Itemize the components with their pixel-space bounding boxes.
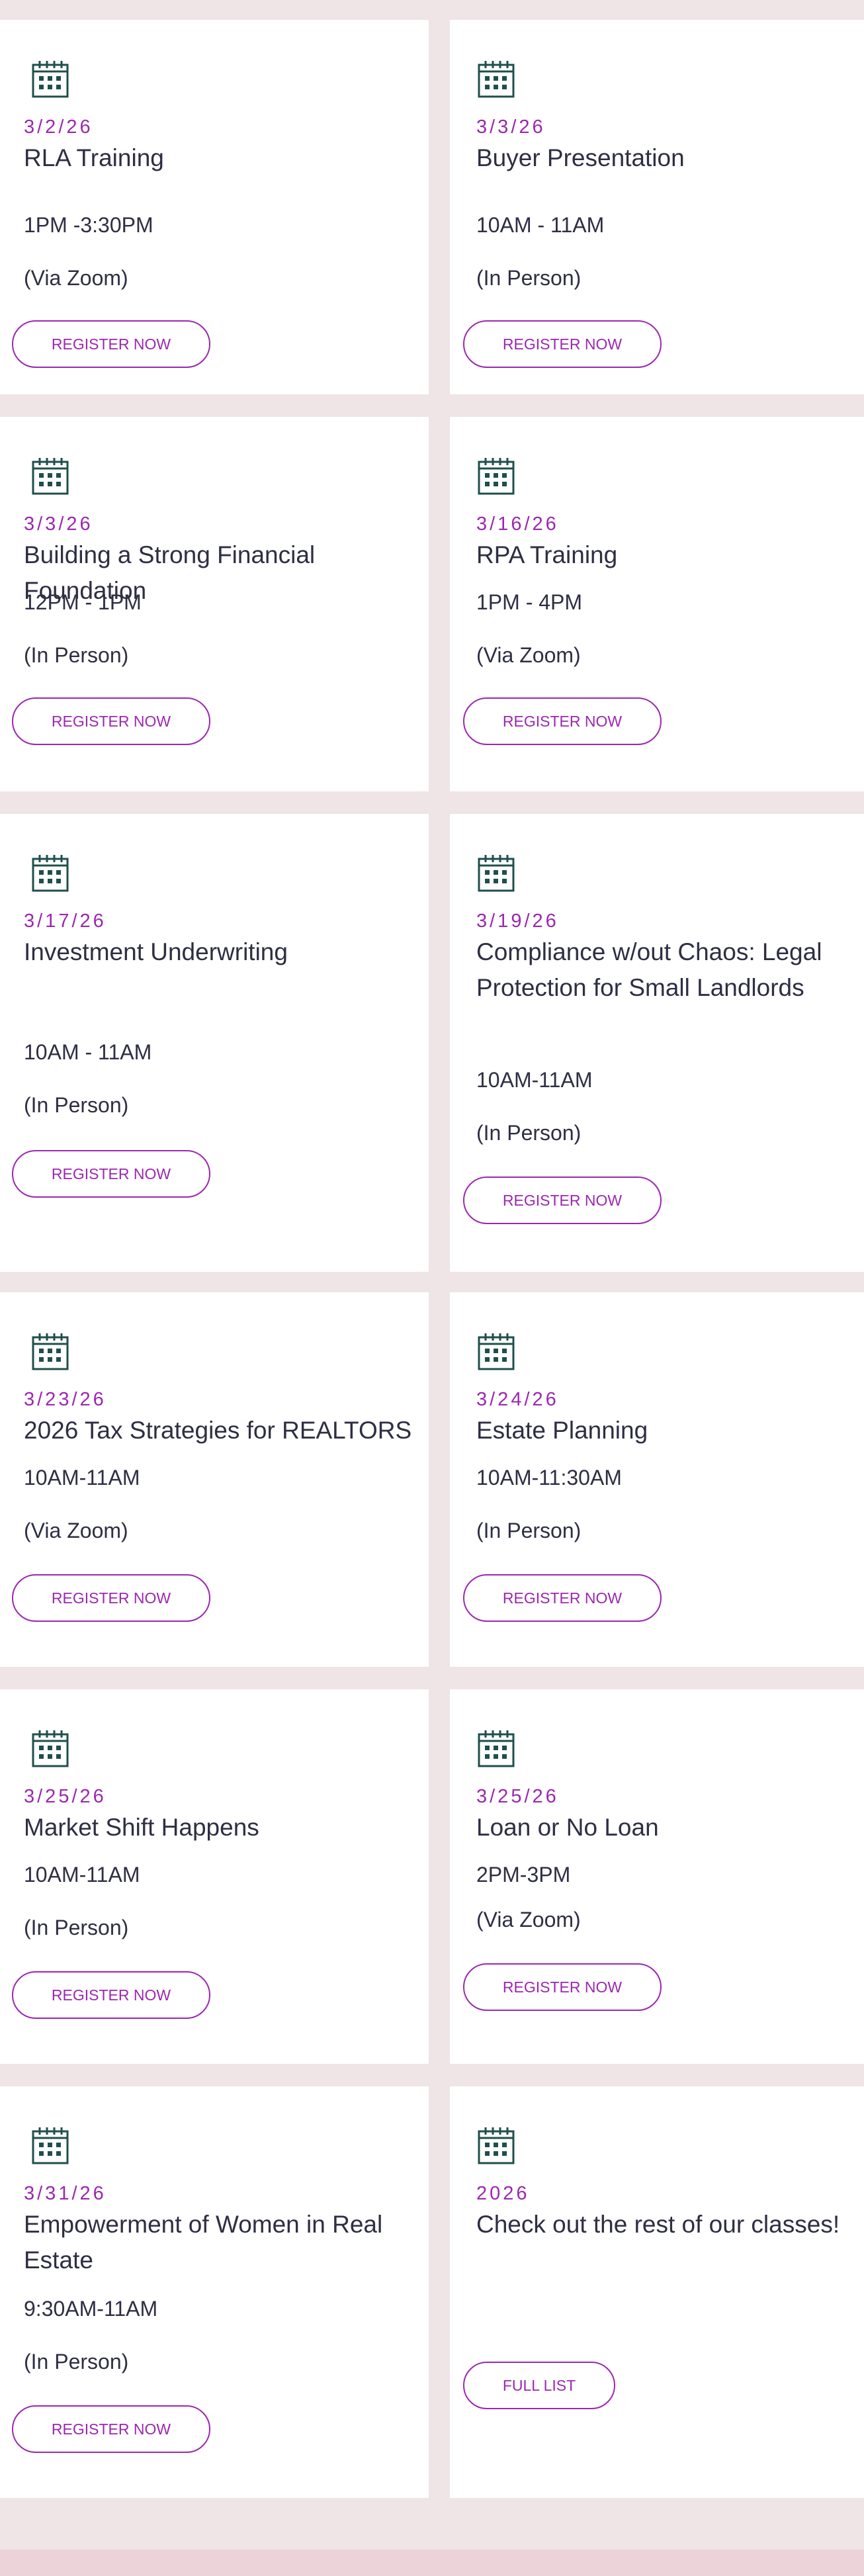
calendar-icon (476, 1729, 516, 1769)
calendar-icon (30, 60, 70, 99)
event-card: 3/3/26 Building a Strong Financial Found… (0, 417, 429, 791)
event-time: 10AM - 11AM (24, 1040, 152, 1064)
event-time: 10AM-11AM (476, 1068, 593, 1092)
event-date: 3/3/26 (476, 116, 546, 138)
promo-card: 2026 Check out the rest of our classes! … (450, 2086, 864, 2498)
calendar-icon (30, 1332, 70, 1372)
event-date: 3/25/26 (24, 1786, 107, 1807)
event-title: Estate Planning (476, 1417, 648, 1444)
event-mode: (In Person) (24, 1916, 129, 1939)
event-date: 3/23/26 (24, 1389, 107, 1410)
event-title: Compliance w/out Chaos: Legal Protection… (476, 938, 822, 1001)
calendar-icon (476, 2126, 516, 2166)
register-button[interactable]: REGISTER NOW (12, 1150, 210, 1198)
event-card: 3/31/26 Empowerment of Women in Real Est… (0, 2086, 429, 2498)
calendar-icon (30, 1729, 70, 1769)
event-date: 3/17/26 (24, 910, 107, 932)
calendar-icon (30, 457, 70, 496)
register-button[interactable]: REGISTER NOW (463, 1574, 662, 1622)
event-date: 3/19/26 (476, 910, 559, 932)
calendar-icon (30, 854, 70, 893)
event-mode: (Via Zoom) (476, 643, 581, 667)
event-card: 3/17/26 Investment Underwriting 10AM - 1… (0, 814, 429, 1272)
event-time: 10AM-11AM (24, 1466, 140, 1489)
event-mode: (Via Zoom) (476, 1908, 581, 1932)
event-title: Loan or No Loan (476, 1814, 659, 1841)
event-time: 2PM-3PM (476, 1863, 571, 1887)
footer-band (0, 2550, 864, 2576)
register-button[interactable]: REGISTER NOW (12, 2405, 210, 2453)
event-time: 12PM - 1PM (24, 590, 142, 614)
calendar-icon (476, 854, 516, 893)
event-card: 3/25/26 Loan or No Loan 2PM-3PM (Via Zoo… (450, 1689, 864, 2064)
event-card: 3/24/26 Estate Planning 10AM-11:30AM (In… (450, 1292, 864, 1667)
calendar-icon (476, 457, 516, 496)
event-mode: (Via Zoom) (24, 1519, 128, 1542)
event-time: 1PM - 4PM (476, 590, 583, 614)
event-mode: (In Person) (24, 2350, 129, 2374)
event-title: Empowerment of Women in Real Estate (24, 2211, 383, 2274)
event-title: Market Shift Happens (24, 1814, 259, 1841)
event-card: 3/25/26 Market Shift Happens 10AM-11AM (… (0, 1689, 429, 2064)
event-title: Investment Underwriting (24, 938, 288, 965)
event-time: 1PM -3:30PM (24, 213, 153, 237)
event-card: 3/3/26 Buyer Presentation 10AM - 11AM (I… (450, 20, 864, 394)
event-mode: (In Person) (476, 266, 582, 290)
event-time: 10AM - 11AM (476, 213, 605, 237)
event-date: 3/25/26 (476, 1786, 559, 1807)
event-date: 3/24/26 (476, 1389, 559, 1410)
register-button[interactable]: REGISTER NOW (463, 320, 662, 368)
event-card: 3/23/26 2026 Tax Strategies for REALTORS… (0, 1292, 429, 1667)
event-mode: (In Person) (476, 1121, 582, 1145)
calendar-icon (476, 60, 516, 99)
year-label: 2026 (476, 2183, 530, 2204)
event-mode: (Via Zoom) (24, 266, 128, 290)
calendar-icon (30, 2126, 70, 2166)
event-time: 9:30AM-11AM (24, 2297, 158, 2321)
event-time: 10AM-11:30AM (476, 1466, 622, 1489)
event-mode: (In Person) (476, 1519, 582, 1542)
event-title: Buyer Presentation (476, 144, 685, 171)
register-button[interactable]: REGISTER NOW (12, 1574, 210, 1622)
event-title: RPA Training (476, 541, 618, 568)
event-date: 3/2/26 (24, 116, 93, 138)
event-card: 3/2/26 RLA Training 1PM -3:30PM (Via Zoo… (0, 20, 429, 394)
event-date: 3/31/26 (24, 2183, 107, 2204)
event-card: 3/19/26 Compliance w/out Chaos: Legal Pr… (450, 814, 864, 1272)
register-button[interactable]: REGISTER NOW (463, 1963, 662, 2011)
event-title: RLA Training (24, 144, 164, 171)
register-button[interactable]: REGISTER NOW (463, 1177, 662, 1224)
event-card: 3/16/26 RPA Training 1PM - 4PM (Via Zoom… (450, 417, 864, 791)
event-date: 3/16/26 (476, 513, 559, 535)
event-mode: (In Person) (24, 1093, 129, 1117)
register-button[interactable]: REGISTER NOW (463, 697, 662, 745)
promo-title: Check out the rest of our classes! (476, 2211, 840, 2238)
calendar-icon (476, 1332, 516, 1372)
register-button[interactable]: REGISTER NOW (12, 320, 210, 368)
event-time: 10AM-11AM (24, 1863, 140, 1887)
full-list-button[interactable]: FULL LIST (463, 2362, 615, 2409)
register-button[interactable]: REGISTER NOW (12, 697, 210, 745)
event-mode: (In Person) (24, 643, 129, 667)
event-date: 3/3/26 (24, 513, 93, 535)
event-title: 2026 Tax Strategies for REALTORS (24, 1417, 412, 1444)
register-button[interactable]: REGISTER NOW (12, 1971, 210, 2019)
